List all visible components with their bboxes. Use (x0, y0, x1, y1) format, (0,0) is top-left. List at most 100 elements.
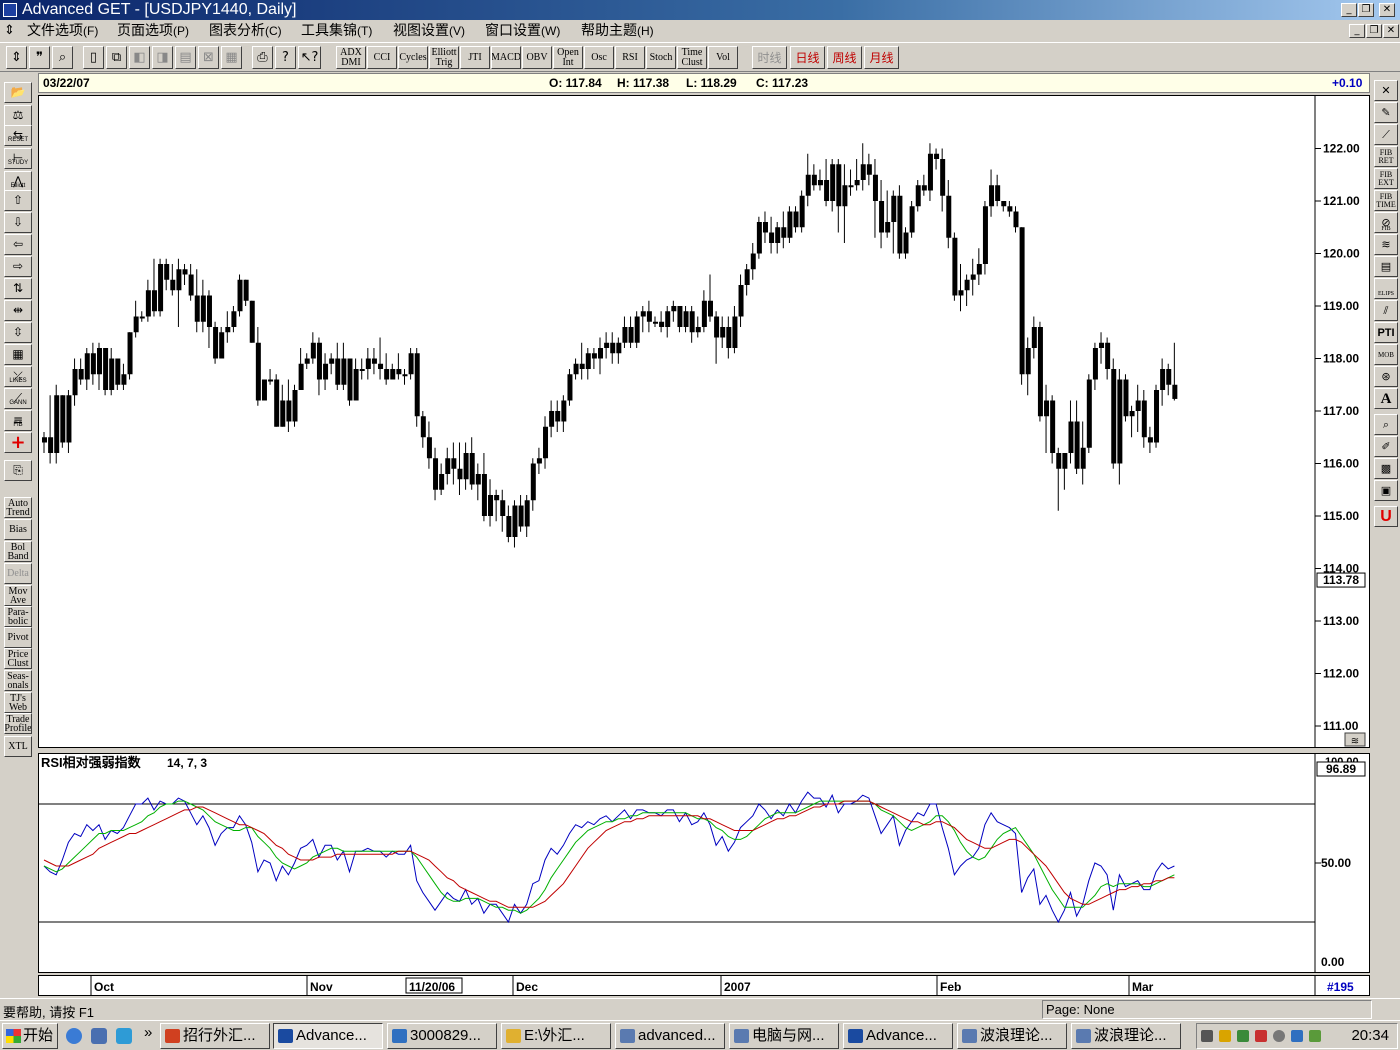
document-icon[interactable]: ⇕ (4, 22, 15, 38)
study-button-autotrend[interactable]: Auto Trend (4, 497, 32, 518)
indicator-button-open-int[interactable]: Open Int (553, 46, 583, 69)
ime-icon[interactable] (1219, 1030, 1231, 1042)
period-button-3[interactable]: 月线 (864, 46, 899, 69)
period-button-0[interactable]: 时线 (752, 46, 787, 69)
indicator-button-jti[interactable]: JTI (460, 46, 490, 69)
left-arrow-icon[interactable]: ⇦ (4, 234, 32, 255)
menu-tools[interactable]: 工具集锦(T) (301, 21, 372, 40)
study-button-seasonals[interactable]: Seas- onals (4, 670, 32, 691)
study-button-movave[interactable]: Mov Ave (4, 585, 32, 606)
pattern-icon[interactable]: ▩ (1374, 458, 1398, 479)
menu-file[interactable]: 文件选项(F) (27, 21, 98, 40)
page-settings-icon[interactable]: ▦ (221, 46, 242, 69)
keyboard-icon[interactable] (1201, 1030, 1213, 1042)
delete-page-icon[interactable]: ⊠ (198, 46, 219, 69)
grid-tool-icon[interactable]: ▤ (1374, 256, 1398, 277)
crosshair-icon[interactable]: + (4, 432, 32, 453)
indicator-button-rsi[interactable]: RSI (615, 46, 645, 69)
menu-help[interactable]: 帮助主题(H) (581, 21, 654, 40)
undo-button[interactable]: U (1374, 506, 1398, 527)
study-button-parabolic[interactable]: Para- bolic (4, 606, 32, 627)
task-button-2[interactable]: 3000829... (387, 1023, 497, 1049)
box-tool-icon[interactable]: ▣ (1374, 480, 1398, 501)
network-icon[interactable] (1237, 1030, 1249, 1042)
indicator-button-adx-dmi[interactable]: ADX DMI (336, 46, 366, 69)
volume-icon[interactable] (1273, 1030, 1285, 1042)
close-button[interactable]: ✕ (1379, 3, 1395, 17)
page-list-icon[interactable]: ▤ (175, 46, 196, 69)
ie-icon[interactable] (66, 1028, 82, 1044)
close-drawing-icon[interactable]: ✕ (1374, 80, 1398, 101)
down-arrow-icon[interactable]: ⇩ (4, 212, 32, 233)
indicator-button-obv[interactable]: OBV (522, 46, 552, 69)
media-icon[interactable] (116, 1028, 132, 1044)
highlighter-icon[interactable]: ✐ (1374, 436, 1398, 457)
task-button-0[interactable]: 招行外汇... (160, 1023, 270, 1049)
mob-button[interactable]: MOB (1374, 344, 1398, 365)
fib-time-button[interactable]: FIB TIME (1374, 190, 1398, 211)
messenger-icon[interactable] (1291, 1030, 1303, 1042)
indicator-button-osc[interactable]: Osc (584, 46, 614, 69)
channel-icon[interactable]: ⫽ (1374, 300, 1398, 321)
title-bar[interactable]: Advanced GET - [USDJPY1440, Daily] _ ❐ ✕ (0, 0, 1400, 20)
properties-icon[interactable]: ⎘ (4, 460, 32, 481)
grid-icon[interactable]: ▦ (4, 344, 32, 365)
study-button-tjsweb[interactable]: TJ's Web (4, 692, 32, 713)
scale-icon[interactable]: ⚖ (4, 105, 32, 126)
task-button-4[interactable]: advanced... (615, 1023, 725, 1049)
study-button-priceclust[interactable]: Price Clust (4, 648, 32, 669)
start-button[interactable]: 开始 (2, 1023, 58, 1049)
magnify-icon[interactable]: ⌕ (52, 46, 73, 69)
zoom-vertical-icon[interactable]: ⇅ (4, 278, 32, 299)
study-button-delta[interactable]: Delta (4, 563, 32, 584)
text-tool-button[interactable]: A (1374, 388, 1398, 409)
period-button-1[interactable]: 日线 (790, 46, 825, 69)
menu-page[interactable]: 页面选项(P) (117, 21, 189, 40)
help-icon[interactable]: ? (275, 46, 296, 69)
price-chart-pane[interactable]: 122.00 121.00 120.00 119.00 118.00 117.00 116.… (38, 95, 1370, 748)
page-forward-icon[interactable]: ◨ (152, 46, 173, 69)
fib-ret-button[interactable]: FIB RET (1374, 146, 1398, 167)
restore-button[interactable]: ❐ (1358, 3, 1374, 17)
page-back-icon[interactable]: ◧ (129, 46, 150, 69)
indicator-button-elliott-trig[interactable]: Elliott Trig (429, 46, 459, 69)
task-button-8[interactable]: 波浪理论... (1071, 1023, 1181, 1049)
indicator-button-stoch[interactable]: Stoch (646, 46, 676, 69)
pointer-icon[interactable]: ⇕ (6, 46, 27, 69)
indicator-button-time-clust[interactable]: Time Clust (677, 46, 707, 69)
print-icon[interactable]: ⎙ (252, 46, 273, 69)
fib-ext-button[interactable]: FIB EXT (1374, 168, 1398, 189)
study-button-tradeprofile[interactable]: Trade Profile (4, 713, 32, 734)
indicator-button-macd[interactable]: MACD (491, 46, 521, 69)
task-button-6[interactable]: Advance... (843, 1023, 953, 1049)
menu-view[interactable]: 视图设置(V) (393, 21, 465, 40)
minimize-button[interactable]: _ (1341, 3, 1357, 17)
pencil-icon[interactable]: ✎ (1374, 102, 1398, 123)
zoom-horizontal-icon[interactable]: ⇹ (4, 300, 32, 321)
task-button-7[interactable]: 波浪理论... (957, 1023, 1067, 1049)
desktop-icon[interactable] (91, 1028, 107, 1044)
period-button-2[interactable]: 周线 (827, 46, 862, 69)
antivirus-icon[interactable] (1255, 1030, 1267, 1042)
compress-icon[interactable]: ⇳ (4, 322, 32, 343)
new-page-icon[interactable]: ▯ (83, 46, 104, 69)
up-arrow-icon[interactable]: ⇧ (4, 190, 32, 211)
quote-icon[interactable]: ❞ (29, 46, 50, 69)
rsi-pane[interactable]: RSI相对强弱指数 14, 7, 3 100.00 96.89 50.00 0.… (38, 753, 1370, 973)
open-icon[interactable]: 📂 (4, 82, 32, 103)
pitchfork-icon[interactable]: ⊛ (1374, 366, 1398, 387)
context-help-icon[interactable]: ↖? (298, 46, 321, 69)
mdi-close-button[interactable]: ✕ (1383, 24, 1399, 38)
menu-chart[interactable]: 图表分析(C) (209, 21, 282, 40)
menu-window[interactable]: 窗口设置(W) (485, 21, 560, 40)
zoom-tool-icon[interactable]: ⌕ (1374, 414, 1398, 435)
mdi-restore-button[interactable]: ❐ (1366, 24, 1382, 38)
mdi-minimize-button[interactable]: _ (1349, 24, 1365, 38)
trendline-icon[interactable]: ⟋ (1374, 124, 1398, 145)
study-button-bolband[interactable]: Bol Band (4, 541, 32, 562)
right-arrow-icon[interactable]: ⇨ (4, 256, 32, 277)
indicator-button-cycles[interactable]: Cycles (398, 46, 428, 69)
study-button-xtl[interactable]: XTL (4, 736, 32, 757)
task-button-3[interactable]: E:\外汇... (501, 1023, 611, 1049)
task-button-5[interactable]: 电脑与网... (729, 1023, 839, 1049)
